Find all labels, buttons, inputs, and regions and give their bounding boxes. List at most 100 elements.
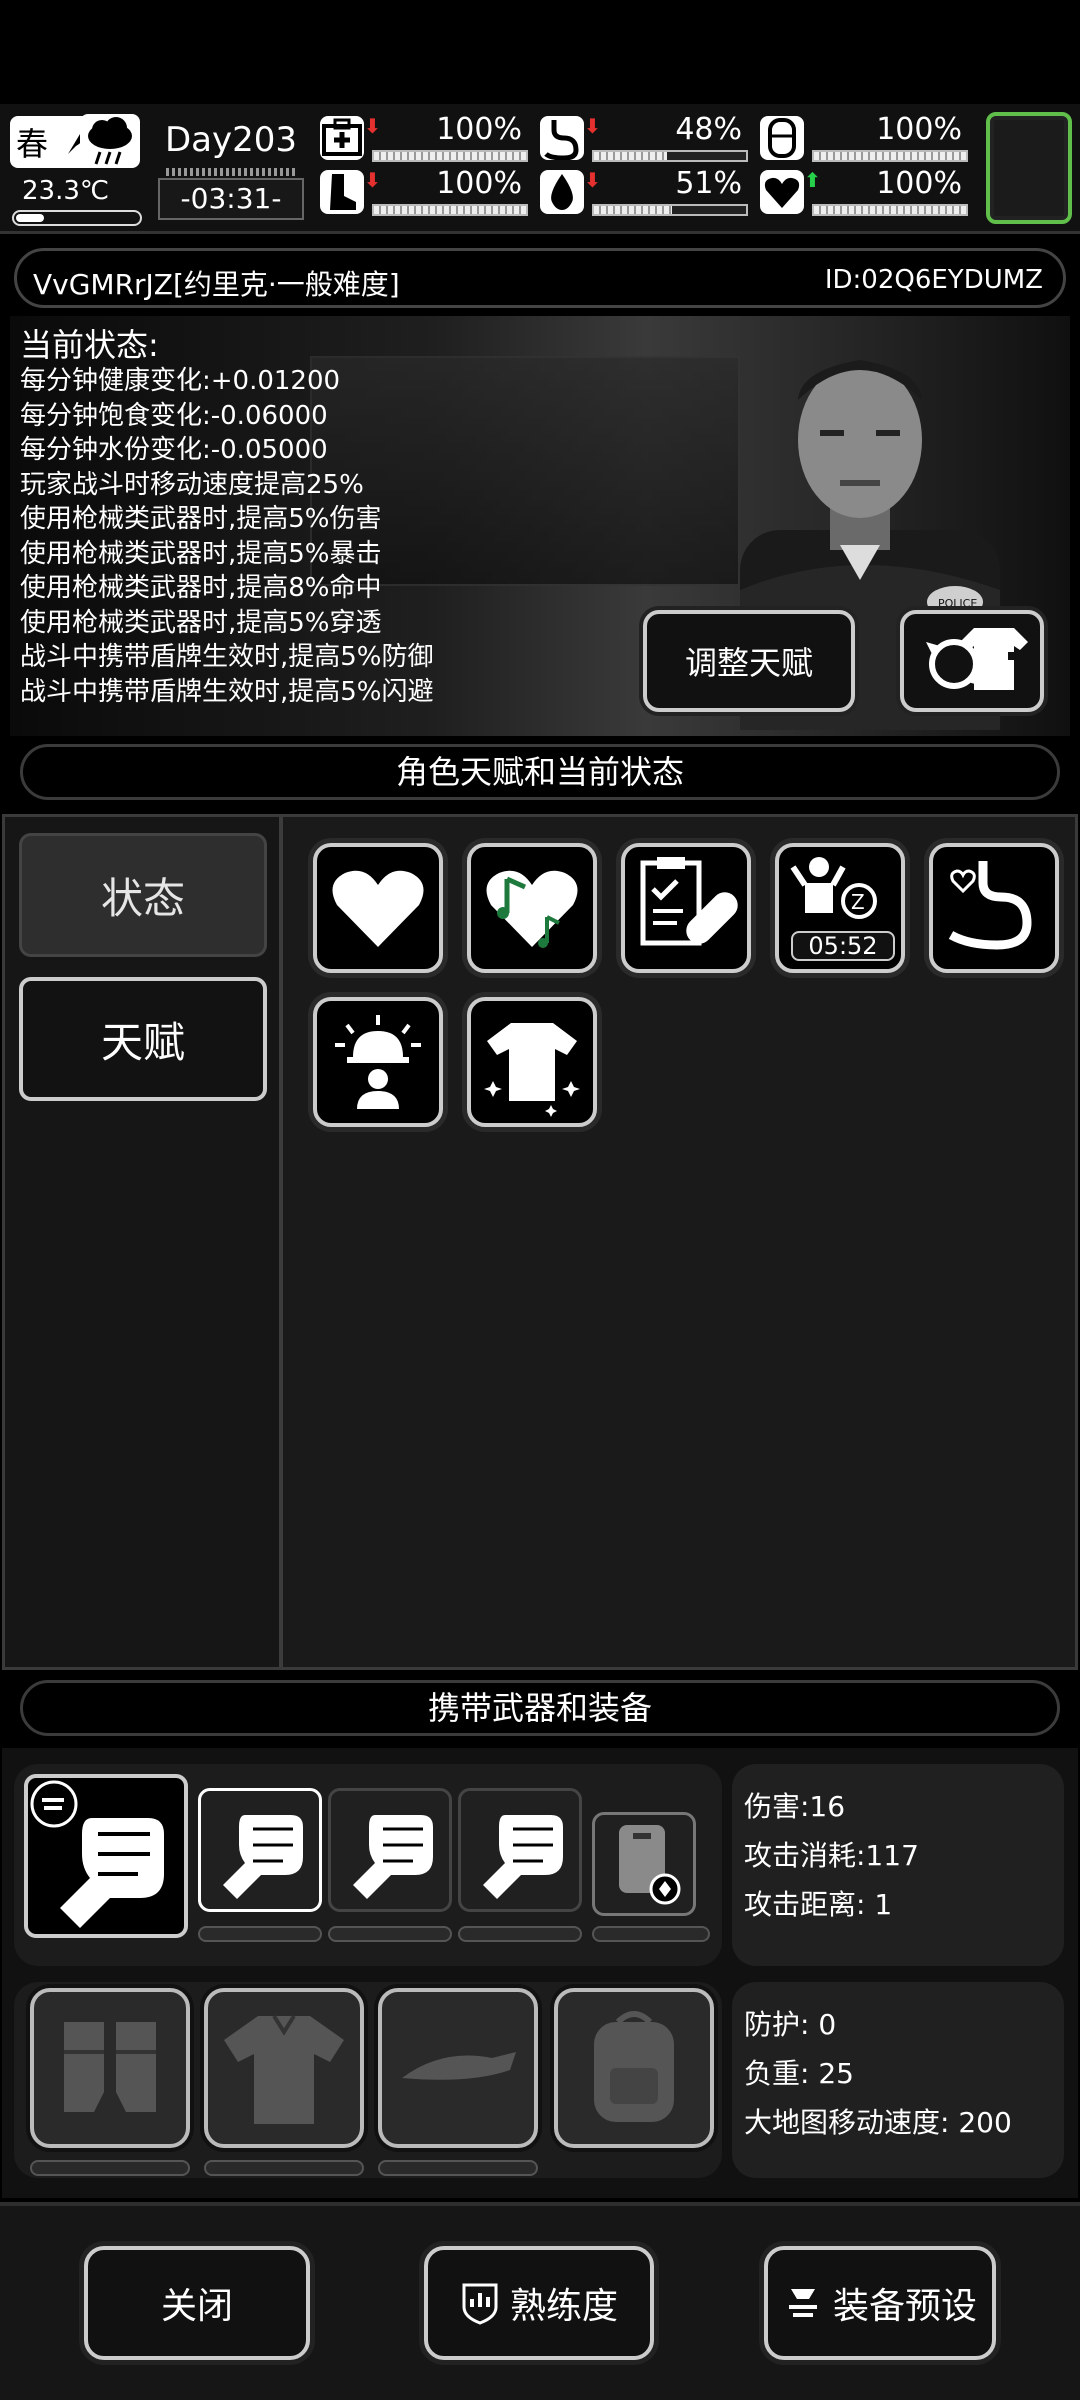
clipboard-pill-icon <box>640 857 738 946</box>
armor-slots <box>14 1982 722 2178</box>
stomach-status-tile[interactable] <box>929 843 1059 973</box>
shield-slot[interactable] <box>592 1812 696 1916</box>
cloud-rain-icon <box>80 114 140 168</box>
status-line: 战斗中携带盾牌生效时,提高5%闪避 <box>20 676 434 707</box>
music-heart-tile[interactable] <box>467 843 597 973</box>
stat-bar-fill <box>374 152 526 160</box>
alarm-status-tile[interactable] <box>313 997 443 1127</box>
stat-thirst[interactable]: ⬇ 51% <box>540 166 750 216</box>
slot-durability-bar <box>204 2160 364 2176</box>
talent-sidebar: 状态 天赋 <box>5 817 283 1667</box>
fist-icon <box>30 1780 164 1928</box>
clean-clothes-tile[interactable] <box>467 997 597 1127</box>
stat-bar-fill <box>814 206 966 214</box>
main-weapon-slot[interactable] <box>24 1774 188 1938</box>
backpack-slot[interactable] <box>554 1988 714 2148</box>
stat-value: 100% <box>436 112 522 147</box>
stat-value: 100% <box>876 166 962 201</box>
stat-medical[interactable]: ⬇ 100% <box>320 112 530 162</box>
gloves-slot[interactable] <box>30 1988 190 2148</box>
status-line: 使用枪械类武器时,提高5%伤害 <box>20 504 382 534</box>
proficiency-label: 熟练度 <box>509 2286 618 2327</box>
preset-icon <box>788 2289 817 2317</box>
weapon-stats: 伤害:16 攻击消耗:117 攻击距离: 1 <box>732 1764 1064 1966</box>
health-status-tile[interactable] <box>313 843 443 973</box>
equipment-area: 伤害:16 攻击消耗:117 攻击距离: 1 防护: 0 负重: 25 大地图移… <box>2 1748 1078 2198</box>
equip-preset-button[interactable]: 装备预设 <box>764 2246 996 2360</box>
stat-bar <box>372 204 528 216</box>
siren-person-icon <box>335 1015 421 1109</box>
heart-icon <box>760 170 804 214</box>
fist-icon <box>483 1815 563 1899</box>
player-name-bar: VvGMRrJZ[约里克·一般难度] ID:02Q6EYDUMZ <box>14 248 1066 308</box>
fist-icon <box>223 1815 303 1899</box>
weapon-slot-3[interactable] <box>458 1788 582 1912</box>
stat-mood[interactable]: ⬆ 100% <box>760 166 970 216</box>
status-effects-list: 每分钟健康变化:+0.01200 每分钟饱食变化:-0.06000 每分钟水份变… <box>20 364 434 709</box>
slot-durability-bar <box>328 1926 452 1942</box>
sleep-status-tile[interactable]: Z 05:52 <box>775 843 905 973</box>
day-progress-bar <box>166 168 296 176</box>
status-title: 当前状态: <box>20 326 159 364</box>
armor-stats: 防护: 0 负重: 25 大地图移动速度: 200 <box>732 1982 1064 2178</box>
outfit-swap-icon <box>926 628 1028 690</box>
shield-icon <box>760 116 804 160</box>
status-line: 每分钟水份变化:-0.05000 <box>20 435 328 465</box>
water-drop-icon <box>540 170 584 214</box>
down-arrow-icon: ⬇ <box>584 114 601 138</box>
status-line: 玩家战斗时移动速度提高25% <box>20 469 364 500</box>
talent-section-title: 角色天赋和当前状态 <box>20 744 1060 800</box>
bottom-bar: 关闭 熟练度 装备预设 <box>0 2202 1080 2400</box>
load-stat: 负重: 25 <box>744 2057 854 2090</box>
medical-record-tile[interactable] <box>621 843 751 973</box>
character-slot-button[interactable] <box>986 112 1072 224</box>
up-arrow-icon: ⬆ <box>804 168 821 192</box>
map-speed-stat: 大地图移动速度: 200 <box>744 2106 1012 2139</box>
tab-status[interactable]: 状态 <box>19 833 267 957</box>
player-id: ID:02Q6EYDUMZ <box>824 265 1043 295</box>
down-arrow-icon: ⬇ <box>584 168 601 192</box>
close-label: 关闭 <box>160 2286 233 2327</box>
stat-value: 51% <box>675 166 742 201</box>
protection-stat: 防护: 0 <box>744 2008 837 2041</box>
status-line: 每分钟健康变化:+0.01200 <box>20 366 341 396</box>
stat-bar-fill <box>374 206 526 214</box>
boot-icon <box>320 170 364 214</box>
equipment-section-title: 携带武器和装备 <box>20 1680 1060 1736</box>
stat-bar <box>812 150 968 162</box>
music-heart-icon <box>486 870 578 948</box>
riot-shield-icon <box>619 1825 681 1905</box>
weapon-slots <box>14 1764 722 1966</box>
adjust-talent-button[interactable]: 调整天赋 <box>643 610 855 712</box>
stat-stamina[interactable]: ⬇ 100% <box>320 166 530 216</box>
shirt-slot[interactable] <box>204 1988 364 2148</box>
slot-durability-bar <box>198 1926 322 1942</box>
tab-talent[interactable]: 天赋 <box>19 977 267 1101</box>
down-arrow-icon: ⬇ <box>364 168 381 192</box>
stat-armor[interactable]: 100% <box>760 112 970 162</box>
heart-icon <box>332 870 424 947</box>
attack-cost-stat: 攻击消耗:117 <box>744 1839 919 1872</box>
stat-bar <box>592 150 748 162</box>
slot-durability-bar <box>592 1926 710 1942</box>
clock-time: -03:31- <box>158 178 304 220</box>
top-status-bar: 春 23.3℃ Day203 -03:31- ⬇ 100% ⬇ 48% 100%… <box>0 104 1080 234</box>
proficiency-button[interactable]: 熟练度 <box>424 2246 654 2360</box>
hat-slot[interactable] <box>378 1988 538 2148</box>
status-line: 战斗中携带盾牌生效时,提高5%防御 <box>20 642 434 672</box>
down-arrow-icon: ⬇ <box>364 114 381 138</box>
weapon-slot-2[interactable] <box>328 1788 452 1912</box>
weapon-slot-1[interactable] <box>198 1788 322 1912</box>
stat-bar-fill <box>594 152 667 160</box>
stat-hunger[interactable]: ⬇ 48% <box>540 112 750 162</box>
slot-durability-bar <box>378 2160 538 2176</box>
stomach-icon <box>540 116 584 160</box>
close-button[interactable]: 关闭 <box>84 2246 310 2360</box>
talent-area: 状态 天赋 Z 05:52 <box>2 814 1078 1670</box>
temperature: 23.3℃ <box>22 176 110 206</box>
swap-outfit-button[interactable] <box>900 610 1044 712</box>
svg-text:Z: Z <box>851 890 865 914</box>
stat-value: 48% <box>675 112 742 147</box>
status-line: 使用枪械类武器时,提高5%暴击 <box>20 538 382 569</box>
status-line: 使用枪械类武器时,提高8%命中 <box>20 573 382 603</box>
